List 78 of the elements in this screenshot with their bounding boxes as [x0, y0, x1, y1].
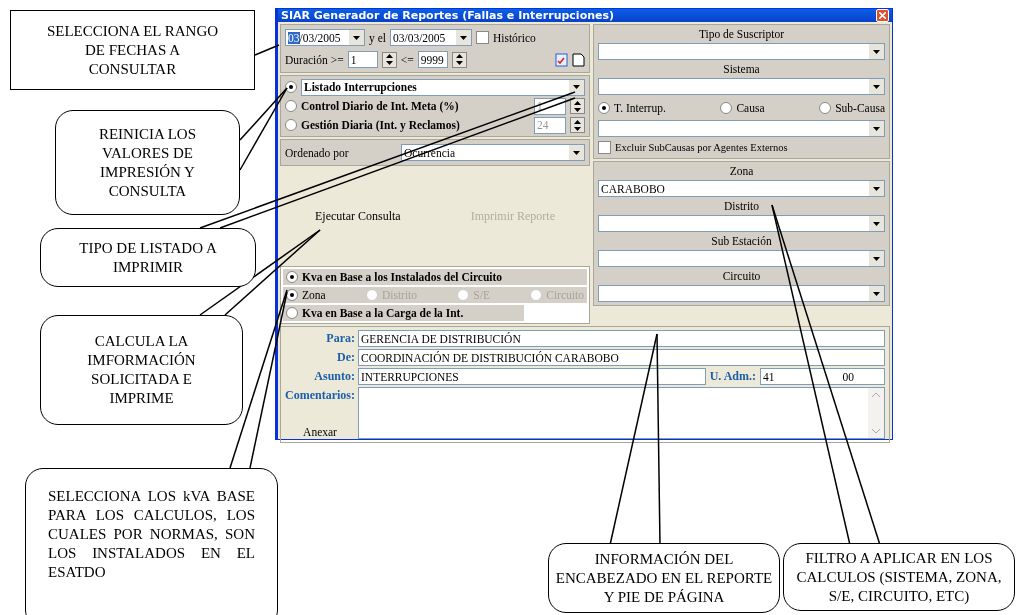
duration-max-field[interactable]: 9999 [417, 51, 448, 68]
radio-button[interactable] [286, 307, 298, 319]
spinner-icon[interactable] [381, 51, 397, 68]
spinner-icon[interactable] [570, 117, 585, 133]
dropdown-field[interactable] [598, 78, 885, 95]
input-field[interactable]: INTERRUPCIONES [358, 368, 706, 385]
dropdown-arrow-icon[interactable] [873, 84, 880, 89]
field-label: Comentarios: [285, 388, 355, 403]
cause-mode-label: T. Interrup. [614, 101, 666, 114]
dropdown-arrow-icon[interactable] [873, 256, 880, 261]
window-title: SIAR Generador de Reportes (Fallas e Interrupciones) [281, 9, 615, 22]
dropdown-arrow-icon[interactable] [353, 35, 360, 40]
report-type-label: Gestión Diaria (Int. y Reclamos) [301, 119, 460, 131]
checkbox[interactable] [598, 141, 611, 154]
field-label: U. Adm.: [709, 369, 756, 384]
callout-text: SELECCIONA LOS kVA BASE PARA LOS CALCULOS, LOS CUALES POR NORMAS, SON LOS INSTALADOS EN EL ESATDO [48, 487, 255, 582]
checkbox[interactable] [475, 31, 489, 44]
dropdown-arrow-icon[interactable] [573, 85, 580, 89]
input-field[interactable]: COORDINACIÓN DE DISTRIBUCIÓN CARABOBO [358, 349, 885, 366]
spinner-icon[interactable] [451, 51, 467, 68]
cause-mode-label: Causa [736, 101, 765, 114]
input-field[interactable]: 41 00 [760, 368, 885, 385]
field-label: Asunto: [313, 369, 355, 384]
dropdown-field[interactable]: CARABOBO [598, 180, 885, 197]
filter-label: Zona [728, 165, 755, 177]
radio-button[interactable] [285, 119, 297, 131]
radio-button[interactable] [285, 81, 297, 93]
input-field[interactable]: GERENCIA DE DISTRIBUCIÓN [358, 330, 885, 347]
callout-text: FILTRO A APLICAR EN LOS CALCULOS (SISTEMA, ZONA, S/E, CIRCUITO, ETC) [795, 548, 1003, 606]
exclude-label: Excluir SubCausas por Agentes Externos [615, 142, 788, 153]
spinner-icon[interactable] [570, 98, 585, 114]
radio-button[interactable] [598, 101, 610, 114]
dropdown-arrow-icon[interactable] [873, 126, 880, 131]
anexar-label: Anexar [302, 426, 338, 438]
callout-text: TIPO DE LISTADO A IMPRIMIR [78, 238, 218, 277]
field-label: De: [336, 350, 355, 365]
dropdown-arrow-icon[interactable] [873, 291, 880, 296]
filter-label: Sub Estación [710, 235, 773, 247]
order-label: Ordenado por [285, 146, 350, 159]
dropdown-arrow-icon[interactable] [573, 150, 580, 155]
dropdown-arrow-icon[interactable] [459, 35, 467, 40]
duration-min-field[interactable]: 1 [347, 51, 378, 68]
field-label: Para: [325, 331, 355, 346]
radio-button[interactable] [286, 271, 298, 283]
callout-text: REINICIA LOS VALORES DE IMPRESIÓN Y CONSULTA [97, 124, 198, 201]
dropdown-field[interactable]: 03/03/2005 [389, 29, 472, 46]
action-button[interactable]: Ejecutar Consulta [313, 206, 403, 226]
kva-option-label: Kva en Base a la Carga de la Int. [302, 307, 464, 319]
report-type-dropdown[interactable]: Listado Interrupciones [301, 78, 585, 96]
report-type-label: Control Diario de Int. Meta (%) [301, 100, 459, 112]
filter-label: Tipo de Suscriptor [697, 28, 786, 40]
duration-label: Duración >= [285, 53, 344, 66]
callout-text: INFORMACIÓN DEL ENCABEZADO EN EL REPORTE Y PIE DE PÁGINA [555, 549, 773, 607]
radio-button[interactable] [819, 101, 832, 114]
dropdown-field[interactable] [598, 215, 885, 232]
dropdown-field[interactable] [598, 250, 885, 267]
filter-label: Sistema [722, 63, 761, 75]
kva-option-label: Kva en Base a los Instalados del Circuito [302, 271, 503, 283]
filter-label: Circuito [721, 270, 762, 282]
dropdown-field[interactable] [598, 43, 885, 60]
callout-text: CALCULA LA IMFORMACIÓN SOLICITADA E IMPRIME [86, 332, 197, 408]
dropdown-field[interactable] [598, 285, 885, 302]
dropdown-arrow-icon[interactable] [873, 49, 880, 54]
dropdown-arrow-icon[interactable] [873, 221, 880, 226]
date-connector: y el [369, 31, 386, 44]
callout-text: SELECCIONA EL RANGO DE FECHAS A CONSULTAR [45, 21, 220, 79]
dropdown-arrow-icon[interactable] [873, 186, 880, 191]
radio-button[interactable] [720, 101, 733, 114]
max-label: <= [400, 53, 414, 66]
kva-level-label: Zona [302, 289, 326, 301]
comments-field[interactable] [358, 387, 885, 439]
document-check-icon[interactable] [555, 52, 568, 67]
historico-label: Histórico [492, 31, 536, 44]
dropdown-field[interactable] [598, 120, 885, 137]
radio-button[interactable] [285, 100, 297, 112]
page-icon[interactable] [572, 52, 585, 67]
cause-mode-label: Sub-Causa [835, 101, 885, 114]
filter-label: Distrito [722, 200, 761, 212]
